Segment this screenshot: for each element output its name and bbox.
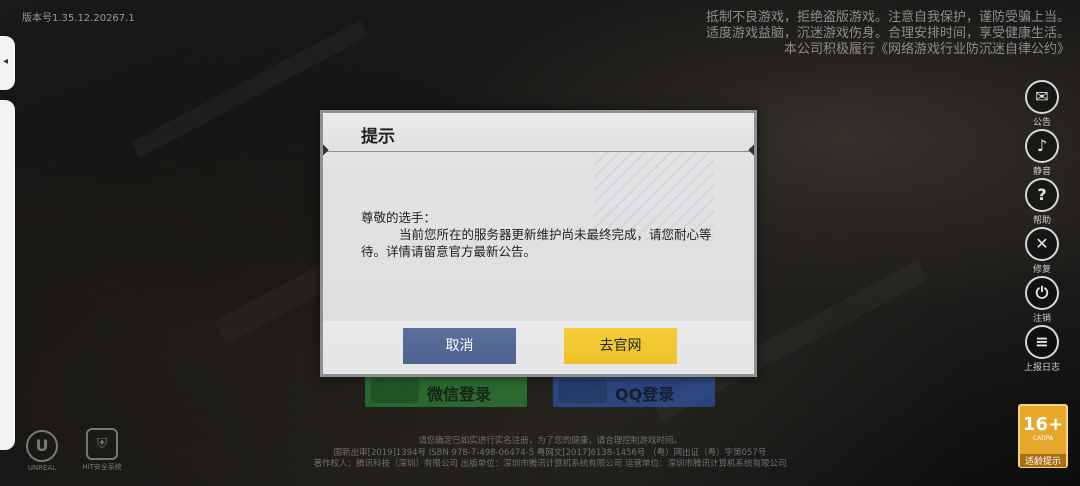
dialog-panel: 提示 尊敬的选手： 当前您所在的服务器更新维护尚未最终完成，请您耐心等待。详情请… (323, 113, 754, 374)
announcement-label: 公告 (1032, 118, 1051, 128)
unreal-logo-text: UNREAL (27, 464, 57, 472)
report-log-button[interactable]: ≡ 上报日志 (1022, 325, 1062, 373)
age-rating-badge[interactable]: 16+ CADPA 适龄提示 (1018, 404, 1068, 468)
wechat-login-button[interactable]: 微信登录 (365, 375, 527, 407)
legal-footer: 请您确定已如实进行实名注册，为了您的健康，请合理控制游戏时间。 国新出审[201… (250, 436, 850, 471)
notice-line: 适度游戏益脑，沉迷游戏伤身。合理安排时间，享受健康生活。 (705, 26, 1070, 41)
speaker-icon: ♪ (1025, 129, 1059, 163)
power-icon: ⏻ (1025, 276, 1059, 310)
report-log-label: 上报日志 (1023, 363, 1060, 373)
qq-icon (559, 379, 607, 403)
official-site-button[interactable]: 去官网 (564, 328, 677, 364)
maintenance-dialog: 提示 尊敬的选手： 当前您所在的服务器更新维护尚未最终完成，请您耐心等待。详情请… (320, 110, 757, 377)
dialog-message: 当前您所在的服务器更新维护尚未最终完成，请您耐心等待。详情请留意官方最新公告。 (361, 227, 712, 259)
unreal-logo: U UNREAL (25, 430, 59, 472)
unreal-icon: U (26, 430, 58, 462)
repair-label: 修复 (1032, 265, 1051, 275)
shield-icon: ⛨ (86, 428, 118, 460)
report-log-icon: ≡ (1025, 325, 1059, 359)
side-panel-tab[interactable]: ◂ (0, 36, 15, 90)
dialog-greeting: 尊敬的选手： (361, 210, 437, 225)
qq-login-label: QQ登录 (615, 385, 675, 404)
footer-line: 著作权人：腾讯科技（深圳）有限公司 出版单位：深圳市腾讯计算机系统有限公司 运营… (313, 459, 787, 469)
notice-line: 本公司积极履行《网络游戏行业防沉迷自律公约》 (783, 42, 1070, 57)
megaphone-icon: ✉ (1025, 80, 1059, 114)
help-icon: ? (1025, 178, 1059, 212)
security-logo: ⛨ HiT安全系统 (80, 428, 124, 472)
repair-icon: ✕ (1025, 227, 1059, 261)
dialog-footer: 取消 去官网 (323, 321, 754, 374)
mute-button[interactable]: ♪ 静音 (1022, 129, 1062, 177)
dialog-title: 提示 (361, 127, 395, 147)
dialog-body: 尊敬的选手： 当前您所在的服务器更新维护尚未最终完成，请您耐心等待。详情请留意官… (361, 209, 731, 260)
help-label: 帮助 (1032, 216, 1051, 226)
announcement-button[interactable]: ✉ 公告 (1022, 80, 1062, 128)
side-button-column: ✉ 公告 ♪ 静音 ? 帮助 ✕ 修复 ⏻ 注销 ≡ 上报日志 (1022, 80, 1062, 374)
age-rating-sub: CADPA (1032, 435, 1054, 442)
age-rating-number: 16+ (1022, 414, 1064, 435)
side-panel[interactable] (0, 100, 15, 450)
help-button[interactable]: ? 帮助 (1022, 178, 1062, 226)
wechat-icon (371, 379, 419, 403)
cancel-button[interactable]: 取消 (403, 328, 516, 364)
repair-button[interactable]: ✕ 修复 (1022, 227, 1062, 275)
age-rating-label: 适龄提示 (1020, 454, 1066, 467)
qq-login-button[interactable]: QQ登录 (553, 375, 715, 407)
dialog-header: 提示 (323, 113, 754, 152)
logout-button[interactable]: ⏻ 注销 (1022, 276, 1062, 324)
wechat-login-label: 微信登录 (427, 385, 492, 404)
chevron-left-icon: ◂ (3, 56, 9, 67)
security-logo-text: HiT安全系统 (82, 463, 122, 471)
notice-line: 抵制不良游戏，拒绝盗版游戏。注意自我保护，谨防受骗上当。 (705, 10, 1070, 25)
footer-line: 国新出审[2019]1394号 ISBN 978-7-498-06474-5 粤… (333, 447, 767, 458)
mute-label: 静音 (1032, 167, 1051, 177)
footer-line: 请您确定已如实进行实名注册，为了您的健康，请合理控制游戏时间。 (418, 436, 682, 446)
health-notice: 抵制不良游戏，拒绝盗版游戏。注意自我保护，谨防受骗上当。 适度游戏益脑，沉迷游戏… (706, 10, 1070, 58)
version-number: 版本号1.35.12.20267.1 (22, 13, 135, 24)
logout-label: 注销 (1032, 314, 1051, 324)
